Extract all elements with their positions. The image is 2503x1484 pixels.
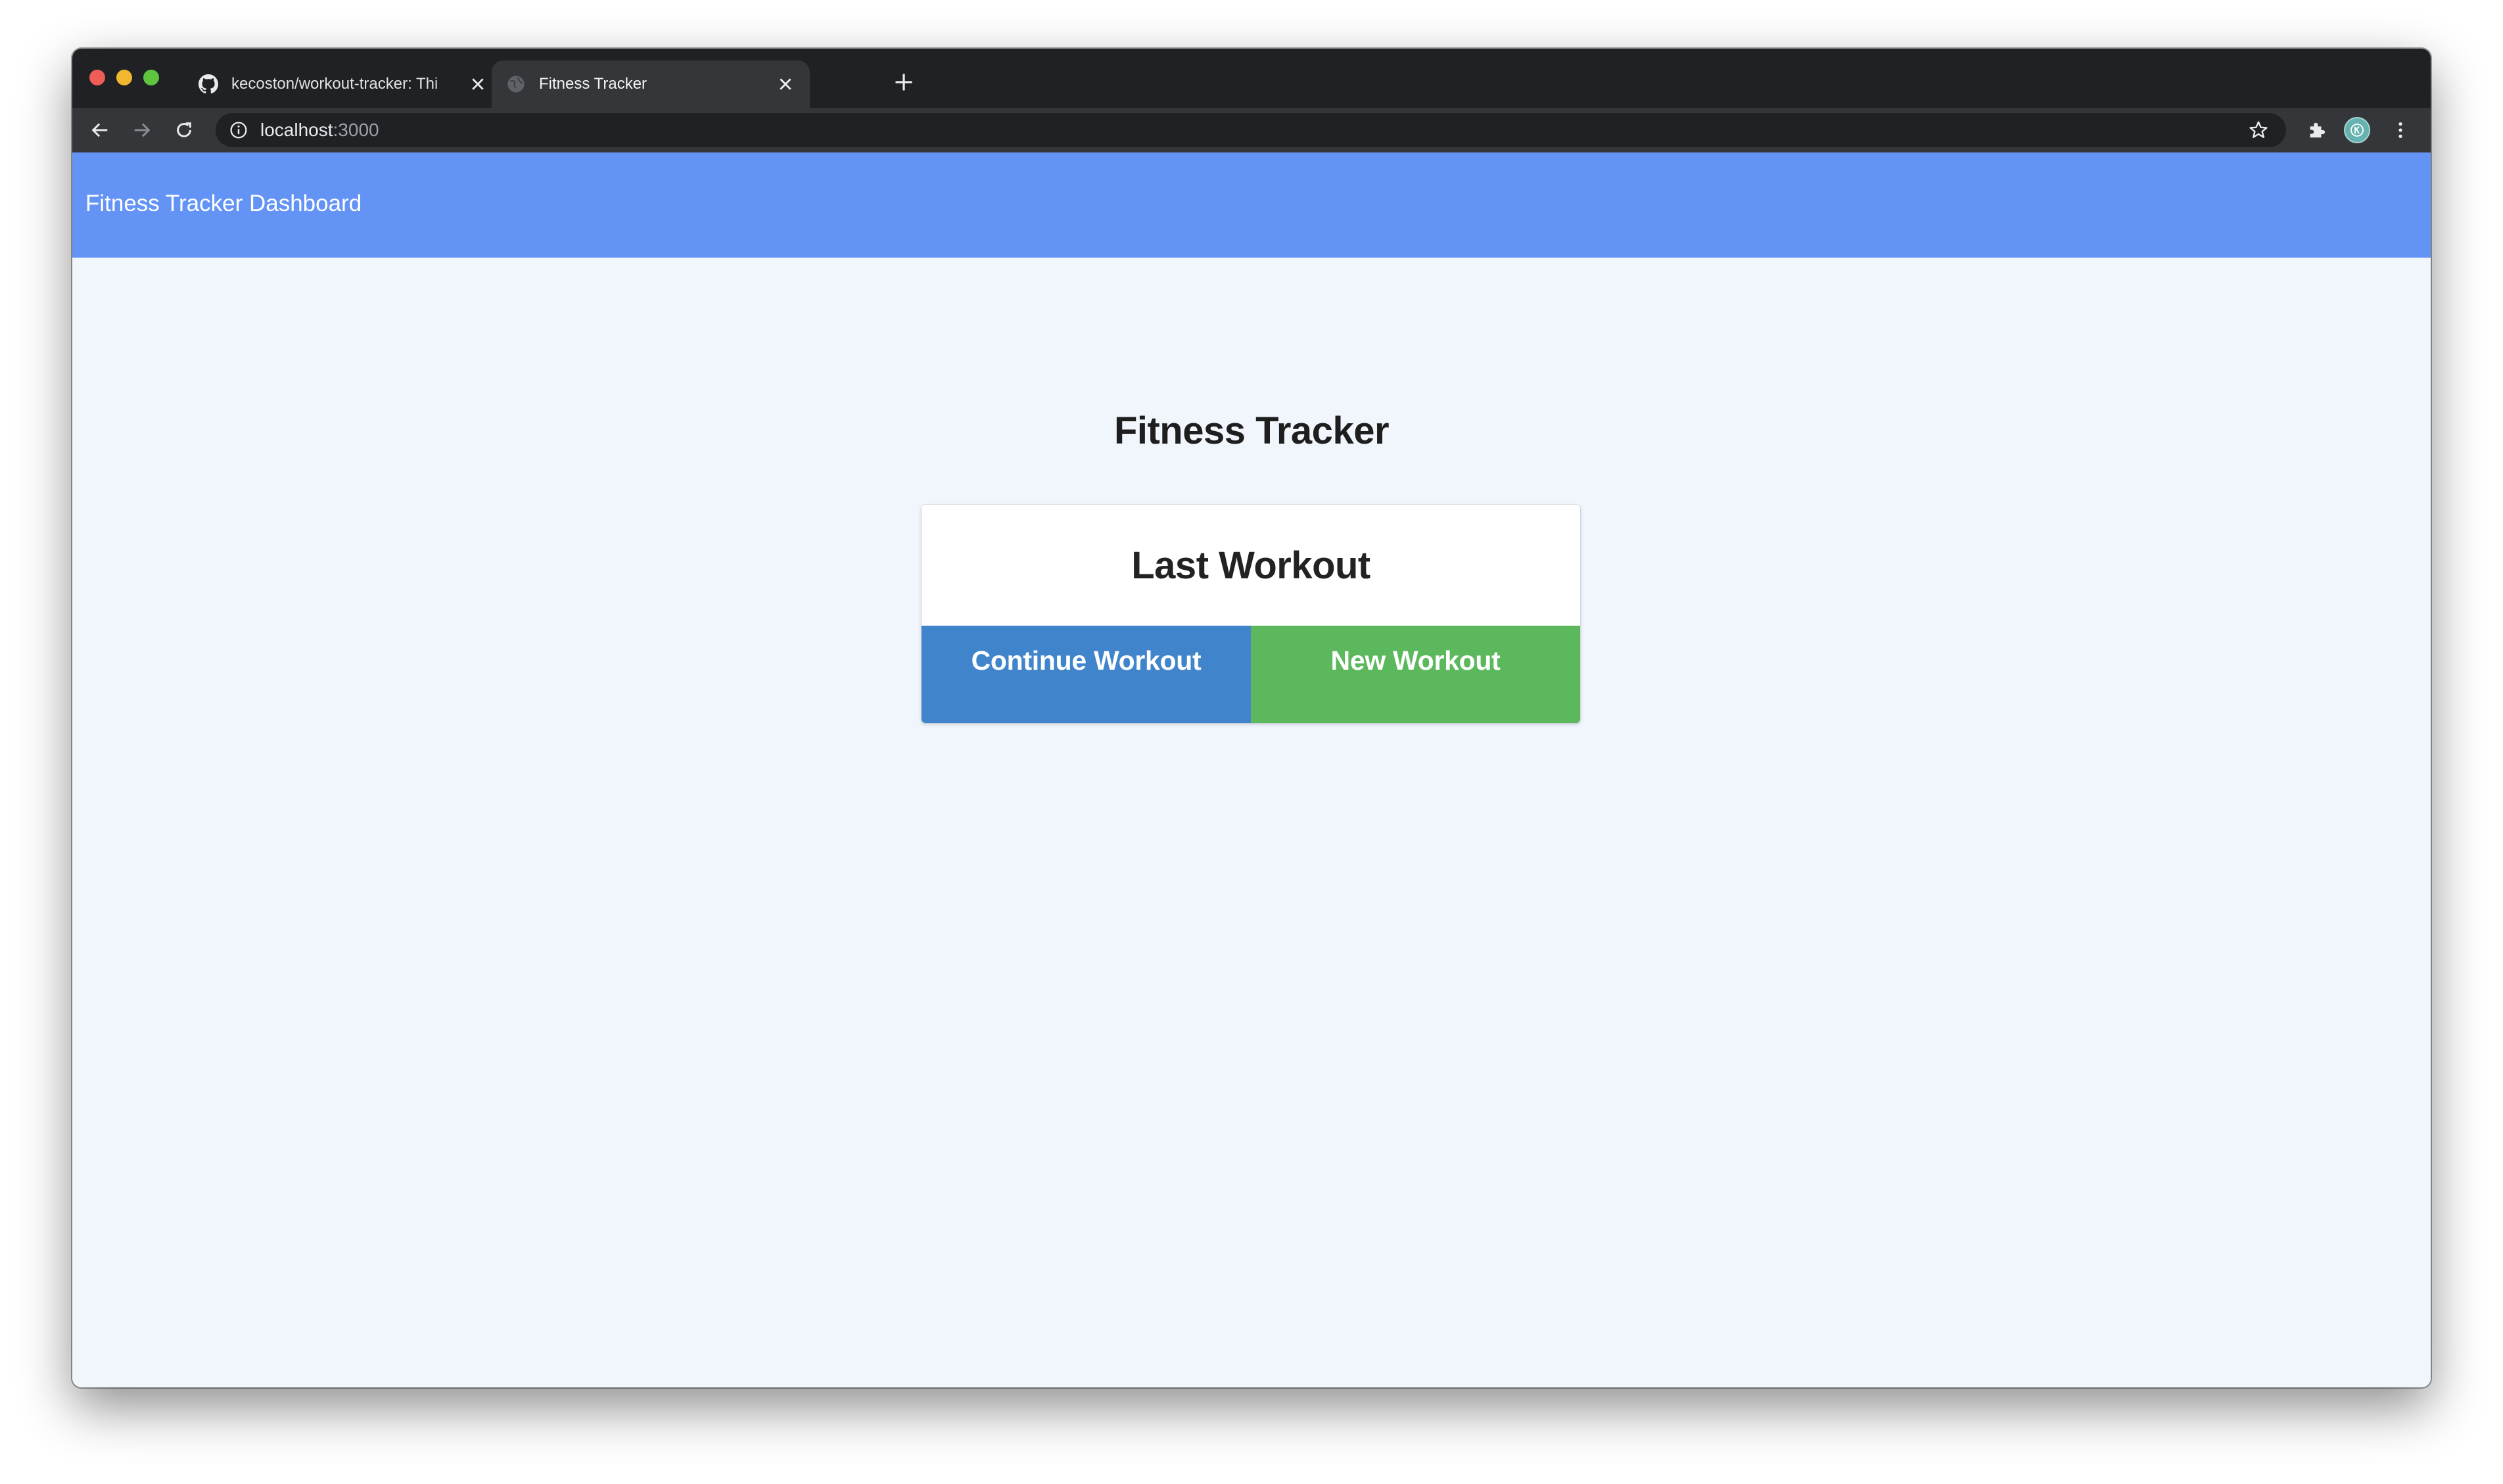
url-port: :3000	[333, 120, 379, 140]
extensions-puzzle-icon[interactable]	[2303, 117, 2329, 143]
bookmark-star-icon[interactable]	[2248, 120, 2269, 141]
close-window-button[interactable]	[89, 70, 105, 85]
page-viewport: Fitness Tracker Dashboard Fitness Tracke…	[72, 152, 2431, 1387]
continue-workout-button[interactable]: Continue Workout	[922, 626, 1251, 723]
minimize-window-button[interactable]	[116, 70, 132, 85]
back-arrow-icon[interactable]	[87, 117, 113, 143]
last-workout-card: Last Workout Continue Workout New Workou…	[922, 505, 1580, 723]
kebab-menu-icon[interactable]	[2387, 117, 2414, 143]
new-workout-button[interactable]: New Workout	[1251, 626, 1580, 723]
maximize-window-button[interactable]	[143, 70, 159, 85]
reload-icon[interactable]	[171, 117, 197, 143]
forward-arrow-icon[interactable]	[129, 117, 155, 143]
avatar-icon	[2344, 117, 2370, 143]
new-tab-button[interactable]	[887, 66, 920, 99]
github-icon	[199, 74, 218, 94]
tab-fitness-tracker[interactable]: Fitness Tracker	[492, 60, 810, 108]
browser-window: kecoston/workout-tracker: Thi Fitness Tr…	[72, 49, 2431, 1387]
tab-title: kecoston/workout-tracker: Thi	[231, 75, 438, 93]
globe-icon	[506, 74, 526, 94]
page-title: Fitness Tracker	[1113, 409, 1390, 452]
card-title: Last Workout	[1131, 544, 1370, 587]
tab-strip: kecoston/workout-tracker: Thi Fitness Tr…	[72, 49, 2431, 108]
info-icon[interactable]	[229, 120, 248, 140]
navbar-brand-link[interactable]: Fitness Tracker Dashboard	[85, 184, 362, 223]
url-text: localhost:3000	[260, 120, 379, 141]
tab-title: Fitness Tracker	[539, 75, 647, 93]
navbar: Fitness Tracker Dashboard	[72, 152, 2431, 258]
close-tab-icon[interactable]	[776, 74, 795, 94]
close-tab-icon[interactable]	[468, 74, 488, 94]
address-bar[interactable]: localhost:3000	[216, 113, 2286, 147]
browser-toolbar: localhost:3000	[72, 108, 2431, 152]
profile-avatar[interactable]	[2344, 117, 2370, 143]
url-host: localhost	[260, 120, 333, 140]
